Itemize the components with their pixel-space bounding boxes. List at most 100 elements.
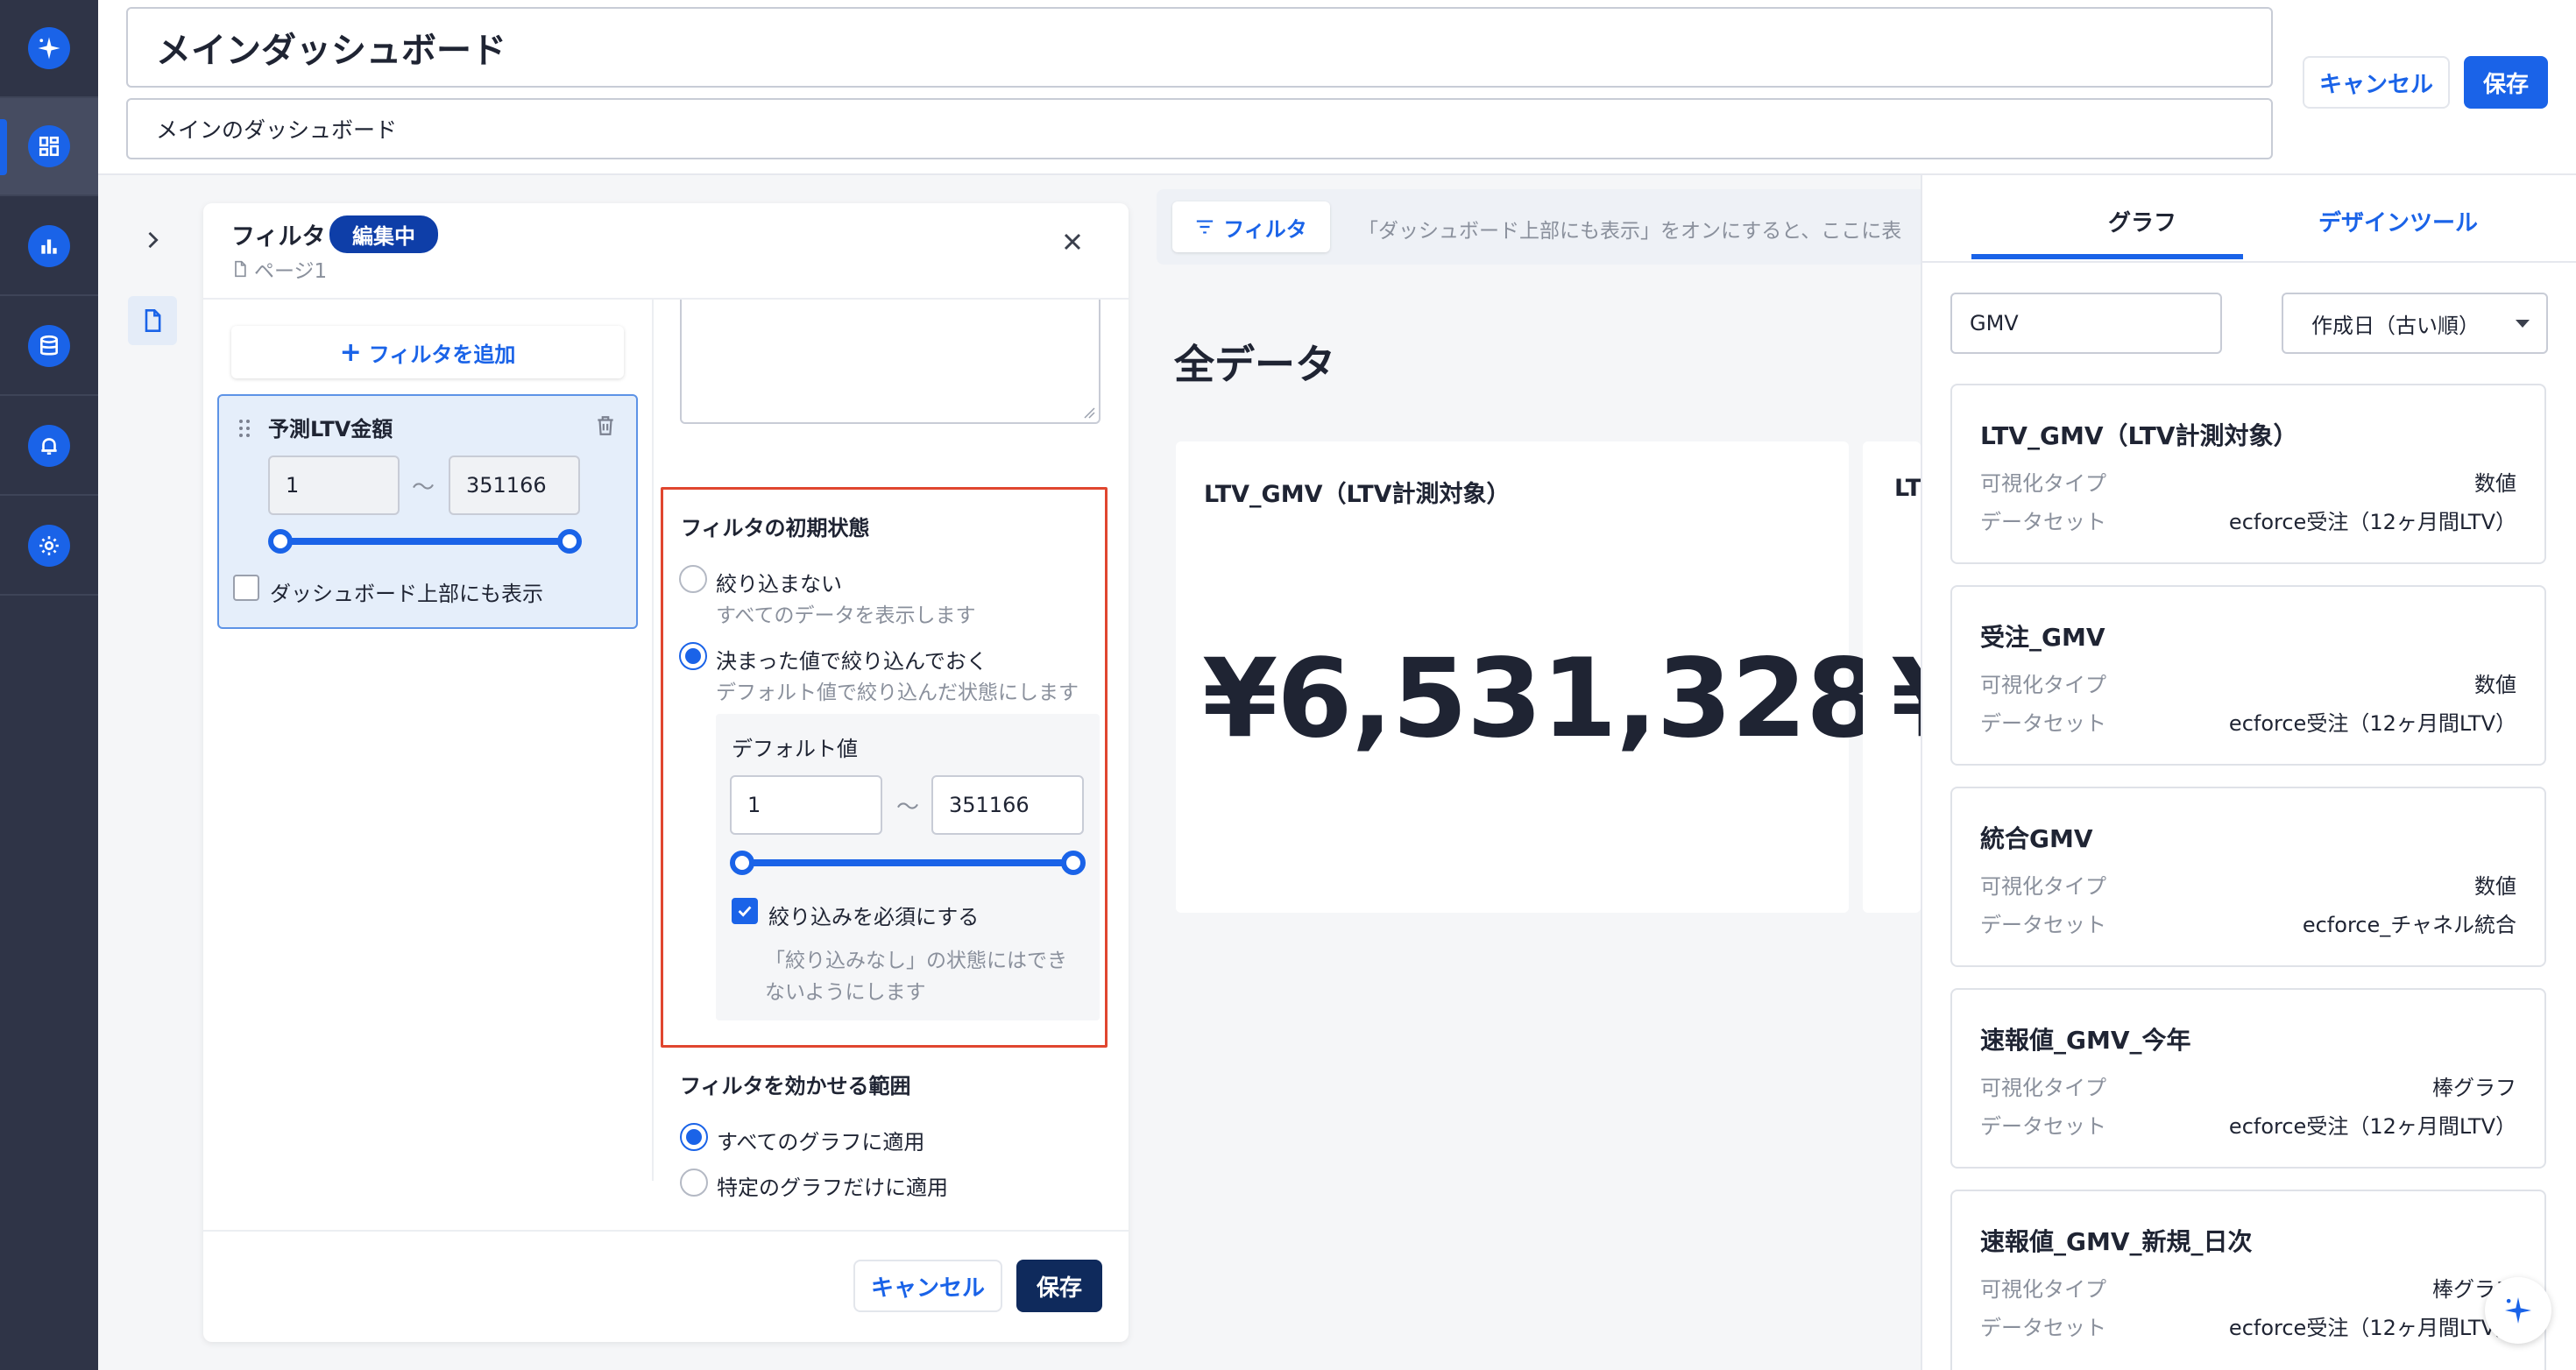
- dataset-key: データセット: [1980, 510, 2106, 534]
- sidebar-item-settings[interactable]: [0, 498, 98, 596]
- default-range-separator: 〜: [896, 794, 920, 821]
- dashboard-description-input[interactable]: メインのダッシュボード: [126, 98, 2273, 159]
- radio-all-graphs[interactable]: [680, 1123, 708, 1151]
- graph-card[interactable]: 統合GMV 可視化タイプ 数値 データセット ecforce_チャネル統合: [1950, 787, 2546, 967]
- range-slider-track: [280, 538, 570, 545]
- fixed-value-desc: デフォルト値で絞り込んだ状態にします: [716, 681, 1079, 704]
- required-label: 絞り込みを必須にする: [768, 905, 980, 929]
- filter-cancel-button[interactable]: キャンセル: [853, 1260, 1002, 1312]
- graph-search-input[interactable]: GMV: [1950, 293, 2222, 354]
- ai-assistant-button[interactable]: [2485, 1277, 2551, 1344]
- type-key: 可視化タイプ: [1980, 673, 2106, 697]
- tab-design-tools[interactable]: デザインツール: [2318, 205, 2478, 237]
- radio-no-filter[interactable]: [679, 565, 707, 593]
- range-separator: 〜: [412, 475, 435, 501]
- graph-card[interactable]: LTV_GMV（LTV計測対象） 可視化タイプ 数値 データセット ecforce受…: [1950, 384, 2546, 564]
- dataset-key: データセット: [1980, 711, 2106, 736]
- sidebar-item-datasets[interactable]: [0, 298, 98, 396]
- chevron-right-icon[interactable]: [140, 228, 165, 252]
- filter-item-card[interactable]: 予測LTV金額 1 〜 351166 ダッシュボード上部にも表示: [217, 394, 638, 629]
- check-icon: [738, 906, 752, 917]
- editing-badge: 編集中: [329, 215, 438, 253]
- default-value-label: デフォルト値: [732, 737, 858, 761]
- required-checkbox[interactable]: [732, 898, 758, 924]
- dataset-value: ecforce受注（12ヶ月間LTV）: [2228, 711, 2516, 736]
- type-key: 可視化タイプ: [1980, 874, 2106, 899]
- add-filter-label: フィルタを追加: [368, 342, 516, 367]
- close-icon[interactable]: [1058, 228, 1086, 256]
- gear-icon: [28, 525, 70, 567]
- required-desc-line2: ないようにします: [765, 981, 926, 1004]
- dataset-key: データセット: [1980, 1114, 2106, 1139]
- no-filter-desc: すべてのデータを表示します: [716, 604, 976, 627]
- default-min-input[interactable]: 1: [730, 775, 882, 835]
- sort-select-value: 作成日（古い順）: [2311, 313, 2480, 338]
- specific-graphs-label: 特定のグラフだけに適用: [717, 1176, 948, 1200]
- graph-card-title: LTV_GMV（LTV計測対象）: [1980, 421, 2298, 450]
- range-slider-max-handle[interactable]: [557, 529, 582, 554]
- app-sidebar: [0, 0, 98, 1370]
- filter-min-input[interactable]: 1: [268, 455, 400, 515]
- tabs-divider: [1922, 261, 2576, 263]
- type-value: 数値: [2474, 471, 2516, 496]
- fixed-value-label: 決まった値で絞り込んでおく: [716, 649, 987, 674]
- radio-specific-graphs[interactable]: [680, 1169, 708, 1197]
- sidebar-item-dashboard[interactable]: [0, 98, 98, 196]
- default-max-input[interactable]: 351166: [931, 775, 1084, 835]
- dashboard-filter-label: フィルタ: [1223, 216, 1307, 242]
- filter-panel-title: フィルタ: [231, 223, 326, 251]
- trash-icon[interactable]: [594, 413, 619, 440]
- plus-icon: +: [339, 336, 362, 368]
- graph-library-panel: グラフ デザインツール GMV 作成日（古い順） LTV_GMV（LTV計測対象…: [1921, 175, 2576, 1370]
- default-slider-min-handle[interactable]: [730, 851, 754, 875]
- filter-max-input[interactable]: 351166: [449, 455, 580, 515]
- dashboard-filter-button[interactable]: フィルタ: [1172, 201, 1330, 252]
- dataset-value: ecforce受注（12ヶ月間LTV）: [2228, 1316, 2516, 1340]
- active-tab-indicator: [1971, 254, 2243, 259]
- radio-fixed-value[interactable]: [679, 642, 707, 670]
- filter-bar-hint: 「ダッシュボード上部にも表示」をオンにすると、ここに表: [1358, 220, 1902, 243]
- sidebar-item-ai[interactable]: [0, 0, 98, 98]
- graph-card-title: 速報値_GMV_新規_日次: [1980, 1227, 2253, 1256]
- tab-graphs[interactable]: グラフ: [2108, 205, 2176, 237]
- default-slider-max-handle[interactable]: [1061, 851, 1086, 875]
- type-value: 数値: [2474, 673, 2516, 697]
- page-list-button[interactable]: [128, 296, 177, 345]
- graph-card[interactable]: 受注_GMV 可視化タイプ 数値 データセット ecforce受注（12ヶ月間LTV…: [1950, 585, 2546, 766]
- filter-icon: [1197, 220, 1214, 234]
- filter-save-button[interactable]: 保存: [1016, 1260, 1102, 1312]
- type-key: 可視化タイプ: [1980, 471, 2106, 496]
- sort-select[interactable]: 作成日（古い順）: [2282, 293, 2548, 354]
- graph-card[interactable]: 速報値_GMV_新規_日次 可視化タイプ 棒グラフ データセット ecforce受注…: [1950, 1190, 2546, 1370]
- type-key: 可視化タイプ: [1980, 1076, 2106, 1100]
- section-title: 全データ: [1174, 341, 1335, 388]
- header-cancel-button[interactable]: キャンセル: [2303, 56, 2450, 109]
- page-icon: [235, 260, 246, 278]
- graph-card-title: 速報値_GMV_今年: [1980, 1026, 2191, 1055]
- range-slider-min-handle[interactable]: [268, 529, 293, 554]
- footer-divider: [203, 1230, 1129, 1232]
- sidebar-item-charts[interactable]: [0, 198, 98, 296]
- dashboard-title-input[interactable]: メインダッシュボード: [126, 7, 2273, 88]
- column-divider: [652, 300, 654, 1181]
- metric-card-partial[interactable]: LT ¥: [1863, 441, 1921, 913]
- metric-card-value: ¥: [1891, 636, 1921, 762]
- filter-item-name: 予測LTV金額: [268, 417, 393, 441]
- initial-state-heading: フィルタの初期状態: [681, 516, 870, 540]
- header-save-button[interactable]: 保存: [2464, 56, 2548, 109]
- sidebar-item-alerts[interactable]: [0, 398, 98, 496]
- metric-card[interactable]: LTV_GMV（LTV計測対象） ¥6,531,328: [1176, 441, 1881, 913]
- drag-handle-icon[interactable]: [238, 419, 251, 438]
- required-desc-line1: 「絞り込みなし」の状態にはでき: [765, 950, 1067, 972]
- all-graphs-label: すべてのグラフに適用: [717, 1130, 925, 1155]
- metric-card-value: ¥6,531,328: [1202, 636, 1881, 762]
- resize-handle-icon: [1084, 407, 1095, 419]
- show-on-top-checkbox[interactable]: [233, 575, 259, 601]
- type-key: 可視化タイプ: [1980, 1277, 2106, 1302]
- add-filter-button[interactable]: + フィルタを追加: [231, 326, 624, 378]
- dataset-value: ecforce受注（12ヶ月間LTV）: [2228, 1114, 2516, 1139]
- description-textarea[interactable]: [680, 300, 1100, 424]
- graph-card-title: 統合GMV: [1980, 824, 2093, 853]
- graph-card[interactable]: 速報値_GMV_今年 可視化タイプ 棒グラフ データセット ecforce受注（12…: [1950, 988, 2546, 1169]
- default-slider-track: [742, 859, 1073, 866]
